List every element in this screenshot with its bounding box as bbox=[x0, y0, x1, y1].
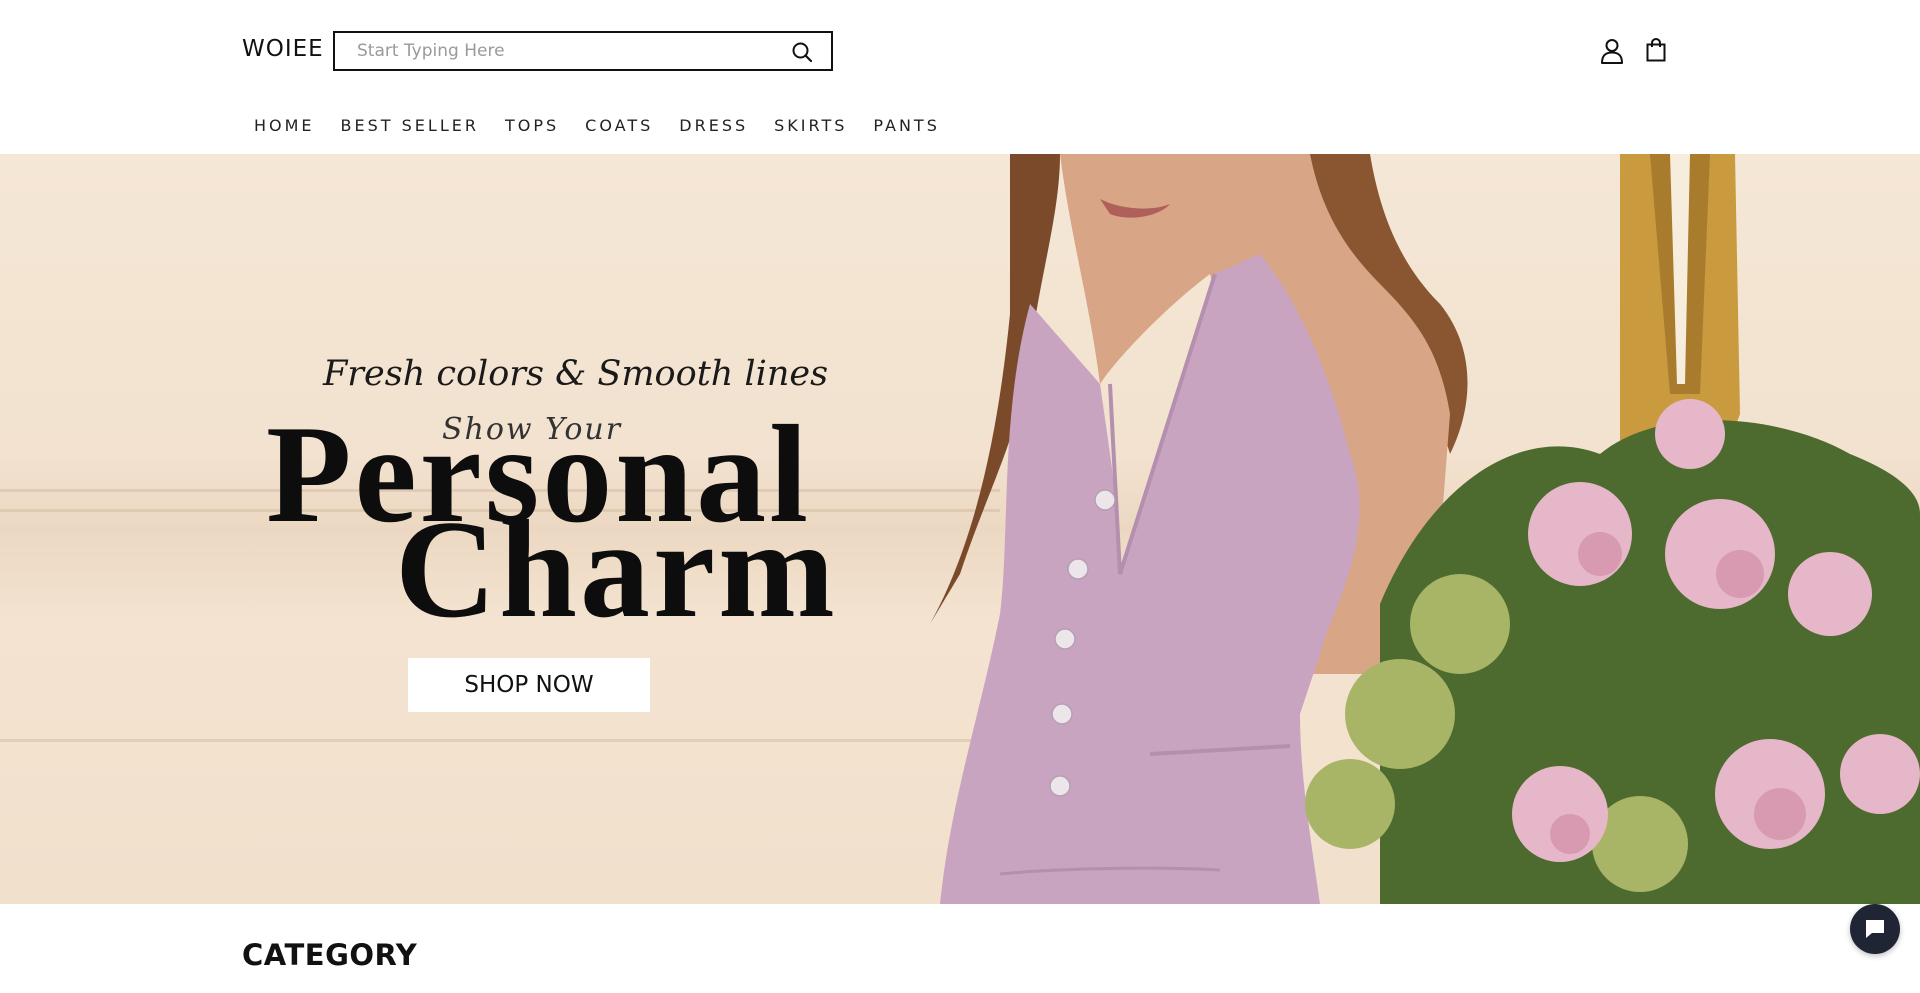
site-logo[interactable]: WOIEE bbox=[242, 36, 324, 62]
nav-pants[interactable]: PANTS bbox=[873, 116, 939, 135]
nav-dress[interactable]: DRESS bbox=[679, 116, 748, 135]
shopping-bag-icon[interactable] bbox=[1646, 37, 1666, 62]
hero-tagline: Fresh colors & Smooth lines bbox=[323, 354, 829, 394]
site-header: WOIEE bbox=[0, 0, 1920, 100]
nav-coats[interactable]: COATS bbox=[585, 116, 653, 135]
search-box bbox=[333, 31, 833, 71]
user-icon[interactable] bbox=[1600, 38, 1624, 64]
search-icon[interactable] bbox=[791, 41, 813, 63]
main-nav: HOME BEST SELLER TOPS COATS DRESS SKIRTS… bbox=[254, 116, 966, 135]
hero-script-text: Show Your bbox=[442, 412, 623, 447]
nav-skirts[interactable]: SKIRTS bbox=[774, 116, 847, 135]
hero-banner[interactable]: Fresh colors & Smooth lines Personal Sho… bbox=[0, 154, 1920, 904]
nav-home[interactable]: HOME bbox=[254, 116, 315, 135]
shop-now-button[interactable]: SHOP NOW bbox=[408, 658, 650, 712]
search-input[interactable] bbox=[357, 33, 797, 69]
nav-tops[interactable]: TOPS bbox=[505, 116, 559, 135]
chat-button[interactable] bbox=[1850, 904, 1900, 954]
nav-best-seller[interactable]: BEST SELLER bbox=[341, 116, 479, 135]
category-heading: CATEGORY bbox=[242, 938, 418, 972]
hero-headline-charm: Charm bbox=[395, 492, 838, 647]
chat-icon bbox=[1866, 920, 1884, 938]
